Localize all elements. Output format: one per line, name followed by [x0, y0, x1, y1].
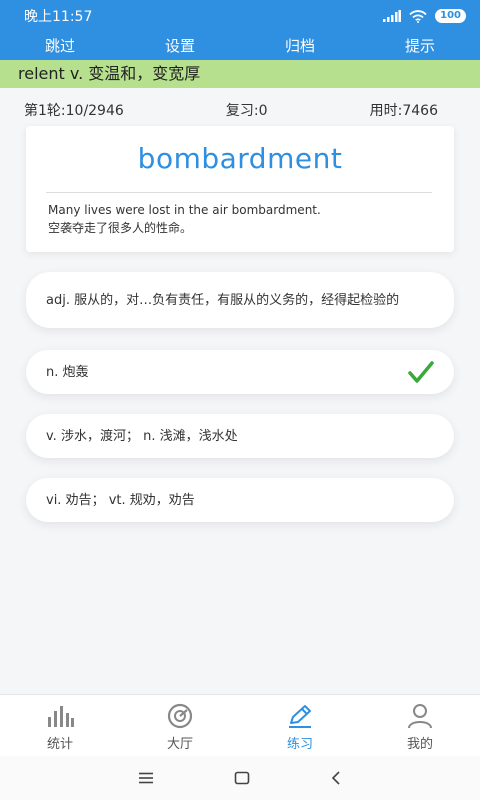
example-chinese: 空袭夺走了很多人的性命。: [48, 221, 193, 235]
back-icon[interactable]: [330, 771, 342, 785]
signal-icon: [383, 10, 402, 22]
option-4[interactable]: vi. 劝告； vt. 规劝，劝告: [26, 478, 454, 522]
settings-button[interactable]: 设置: [120, 32, 240, 60]
option-1[interactable]: adj. 服从的，对…负有责任，有服从的义务的，经得起检验的: [26, 272, 454, 328]
option-2[interactable]: n. 炮轰: [26, 350, 454, 394]
menu-icon[interactable]: [138, 772, 154, 784]
example-english: Many lives were lost in the air bombardm…: [48, 203, 321, 217]
archive-button[interactable]: 归档: [240, 32, 360, 60]
pencil-icon: [289, 705, 311, 728]
option-text: adj. 服从的，对…负有责任，有服从的义务的，经得起检验的: [46, 292, 400, 308]
tab-mine-label: 我的: [406, 737, 433, 752]
review-count: 复习:0: [225, 103, 268, 119]
tab-practice-label: 练习: [286, 737, 313, 752]
status-time: 晚上11:57: [24, 9, 93, 25]
tab-practice[interactable]: 练习: [240, 695, 360, 756]
tab-mine[interactable]: 我的: [360, 695, 480, 756]
top-nav: 跳过 设置 归档 提示: [0, 32, 480, 60]
skip-button[interactable]: 跳过: [0, 32, 120, 60]
home-square-icon[interactable]: [234, 771, 250, 785]
status-bar: 晚上11:57 100: [0, 0, 480, 32]
tab-hall-label: 大厅: [166, 737, 193, 752]
bottom-nav: 统计 大厅 练习 我的: [0, 694, 480, 756]
option-text: vi. 劝告； vt. 规劝，劝告: [46, 492, 195, 508]
option-text: n. 炮轰: [46, 364, 89, 380]
option-3[interactable]: v. 涉水，渡河； n. 浅滩，浅水处: [26, 414, 454, 458]
gauge-icon: [167, 703, 193, 729]
round-progress: 第1轮:10/2946: [24, 103, 124, 119]
tab-stats-label: 统计: [46, 737, 73, 752]
stats-row: 第1轮:10/2946 复习:0 用时:7466: [0, 100, 480, 122]
tab-hall[interactable]: 大厅: [120, 695, 240, 756]
review-banner: relent v. 变温和，变宽厚: [0, 60, 480, 88]
tab-stats[interactable]: 统计: [0, 695, 120, 756]
status-icons: 100: [383, 9, 466, 23]
check-icon: [408, 361, 434, 383]
battery-icon: 100: [435, 9, 466, 23]
word-headword: bombardment: [137, 142, 343, 175]
hint-button[interactable]: 提示: [360, 32, 480, 60]
word-card: bombardment Many lives were lost in the …: [26, 126, 454, 252]
wifi-icon: [409, 9, 427, 23]
system-nav-bar: [0, 756, 480, 800]
time-used: 用时:7466: [369, 103, 438, 119]
bar-chart-icon: [48, 706, 74, 727]
option-text: v. 涉水，渡河； n. 浅滩，浅水处: [46, 428, 238, 444]
user-icon: [408, 704, 432, 729]
word-divider: [46, 192, 432, 193]
